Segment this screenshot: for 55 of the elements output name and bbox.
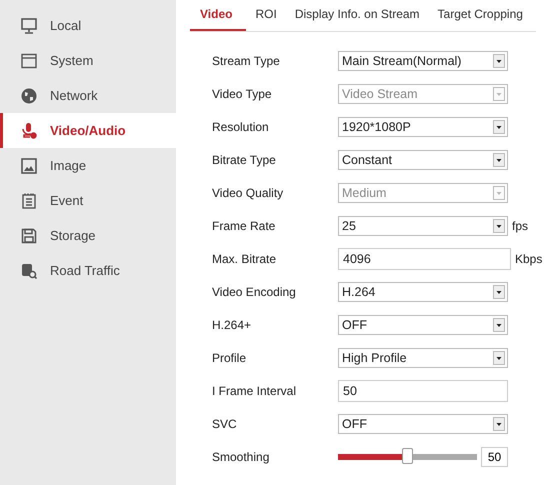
caret-icon: [493, 86, 505, 100]
dropdown[interactable]: High Profile: [338, 348, 508, 368]
field-label: Frame Rate: [212, 218, 276, 232]
unit-label: Kbps: [515, 252, 542, 266]
caret-icon: [493, 416, 505, 430]
caret-icon: [493, 284, 505, 298]
sidebar-item[interactable]: Local: [0, 8, 176, 43]
sidebar-item[interactable]: Video/Audio: [0, 113, 176, 148]
sidebar-item[interactable]: Event: [0, 183, 176, 218]
field-label: Video Quality: [212, 186, 284, 200]
caret-icon: [493, 186, 505, 200]
sidebar-item[interactable]: Storage: [0, 218, 176, 253]
caret-icon: [493, 120, 505, 134]
tab[interactable]: Display Info. on Stream: [286, 7, 429, 31]
dropdown[interactable]: H.264: [338, 282, 508, 302]
field-label: I Frame Interval: [212, 384, 298, 398]
input-field[interactable]: 50: [481, 446, 508, 466]
list-icon: [21, 192, 37, 208]
microphone-icon: [21, 122, 37, 138]
field-label: Video Type: [212, 86, 273, 100]
tab[interactable]: Target Cropping: [428, 7, 532, 31]
tab[interactable]: Video: [190, 7, 246, 31]
field-label: Resolution: [212, 120, 270, 134]
field-label: Video Encoding: [212, 284, 297, 298]
dropdown[interactable]: 25: [338, 216, 508, 236]
image-icon: [21, 158, 37, 174]
field-label: Bitrate Type: [212, 152, 277, 166]
input-field[interactable]: 4096: [338, 248, 511, 270]
field-label: Stream Type: [212, 54, 281, 68]
window-icon: [21, 52, 37, 68]
field-label: Max. Bitrate: [212, 252, 278, 266]
sidebar-item[interactable]: System: [0, 43, 176, 78]
caret-icon: [493, 318, 505, 332]
input-field[interactable]: 50: [338, 380, 508, 402]
tab[interactable]: ROI: [246, 7, 286, 31]
slider-thumb[interactable]: [402, 448, 412, 464]
monitor-icon: [21, 18, 37, 34]
caret-icon: [493, 54, 505, 68]
dropdown[interactable]: 1920*1080P: [338, 116, 508, 136]
unit-label: fps: [512, 218, 528, 232]
field-label: SVC: [212, 416, 238, 430]
globe-icon: [21, 88, 37, 104]
caret-icon: [493, 152, 505, 166]
caret-icon: [493, 218, 505, 232]
dropdown[interactable]: OFF: [338, 314, 508, 334]
sidebar-item[interactable]: Road Traffic: [0, 253, 176, 288]
caret-icon: [493, 350, 505, 364]
field-label: H.264+: [212, 318, 252, 332]
field-label: Smoothing: [212, 450, 270, 464]
sidebar-item[interactable]: Network: [0, 78, 176, 113]
field-label: Profile: [212, 350, 248, 364]
sidebar-item[interactable]: Image: [0, 148, 176, 183]
dropdown[interactable]: Main Stream(Normal): [338, 50, 508, 70]
dropdown[interactable]: OFF: [338, 414, 508, 434]
dropdown[interactable]: Constant: [338, 150, 508, 170]
